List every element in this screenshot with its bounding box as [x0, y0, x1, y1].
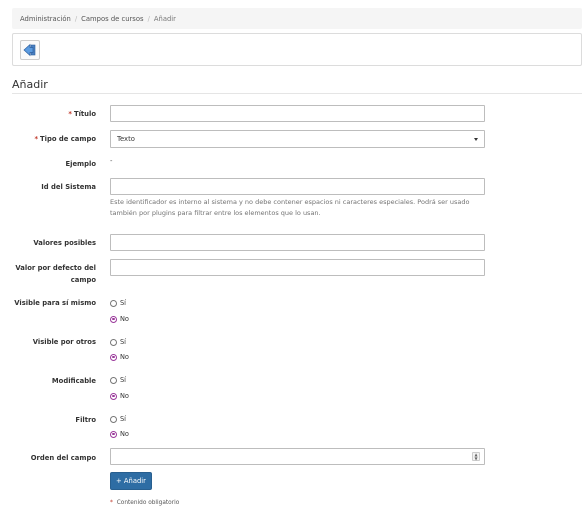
filtro-radio-si[interactable]: Sí: [110, 414, 126, 424]
breadcrumb-separator: /: [147, 14, 150, 23]
radio-checked-icon: [110, 315, 117, 323]
add-button[interactable]: + Añadir: [110, 472, 152, 490]
back-arrow-icon: [23, 43, 36, 57]
spinner-down-icon: ▼: [474, 455, 478, 461]
required-asterisk: *: [110, 500, 113, 506]
ejemplo-label: Ejemplo: [65, 160, 96, 168]
valor-defecto-input[interactable]: [110, 259, 485, 276]
ejemplo-value: -: [110, 157, 113, 165]
filtro-label: Filtro: [75, 416, 96, 424]
radio-checked-icon: [110, 392, 117, 400]
radio-checked-icon: [110, 353, 117, 361]
toolbar: [12, 33, 582, 66]
breadcrumb-item-anadir: Añadir: [153, 14, 176, 23]
id-sistema-help: Este identificador es interno al sistema…: [110, 198, 470, 217]
modificable-label: Modificable: [51, 377, 96, 385]
breadcrumb-item-campos-de-cursos[interactable]: Campos de cursos: [81, 15, 143, 23]
breadcrumb-separator: /: [74, 14, 78, 23]
filtro-radio-no[interactable]: No: [110, 429, 129, 439]
visible-mismo-radio-no[interactable]: No: [110, 314, 129, 324]
tipo-campo-select[interactable]: Texto: [110, 130, 485, 148]
modificable-radio-si[interactable]: Sí: [110, 375, 126, 385]
orden-campo-label: Orden del campo: [30, 454, 96, 462]
tipo-campo-label: * Tipo de campo: [34, 135, 96, 143]
valor-defecto-label: Valor por defecto del campo: [15, 264, 96, 284]
breadcrumb: Administración / Campos de cursos / Añad…: [12, 8, 582, 29]
required-note: * Contenido obligatorio: [110, 500, 180, 506]
visible-otros-radio-si[interactable]: Sí: [110, 337, 126, 347]
radio-icon: [110, 376, 117, 384]
radio-icon: [110, 415, 117, 423]
id-sistema-input[interactable]: [110, 178, 485, 195]
visible-otros-label: Visible por otros: [32, 338, 96, 346]
visible-otros-radio-no[interactable]: No: [110, 352, 129, 362]
title-divider: [12, 93, 582, 94]
required-asterisk: *: [34, 135, 39, 143]
chevron-down-icon: [474, 137, 478, 141]
modificable-radio-no[interactable]: No: [110, 391, 129, 401]
page-title: Añadir: [12, 78, 48, 91]
back-button[interactable]: [20, 40, 40, 60]
tipo-campo-value: Texto: [117, 135, 135, 143]
radio-checked-icon: [110, 430, 117, 438]
id-sistema-label: Id del Sistema: [41, 183, 96, 191]
visible-mismo-radio-si[interactable]: Sí: [110, 298, 126, 308]
orden-campo-input[interactable]: ▲ ▼: [110, 448, 485, 465]
valores-posibles-label: Valores posibles: [33, 239, 96, 247]
breadcrumb-item-administracion[interactable]: Administración: [20, 15, 71, 23]
valores-posibles-input[interactable]: [110, 234, 485, 251]
visible-mismo-label: Visible para sí mismo: [14, 299, 96, 307]
required-asterisk: *: [68, 110, 72, 118]
titulo-input[interactable]: [110, 105, 485, 122]
radio-icon: [110, 299, 117, 307]
titulo-label: * Título: [68, 110, 96, 118]
number-spinner[interactable]: ▲ ▼: [472, 452, 480, 461]
radio-icon: [110, 338, 117, 346]
